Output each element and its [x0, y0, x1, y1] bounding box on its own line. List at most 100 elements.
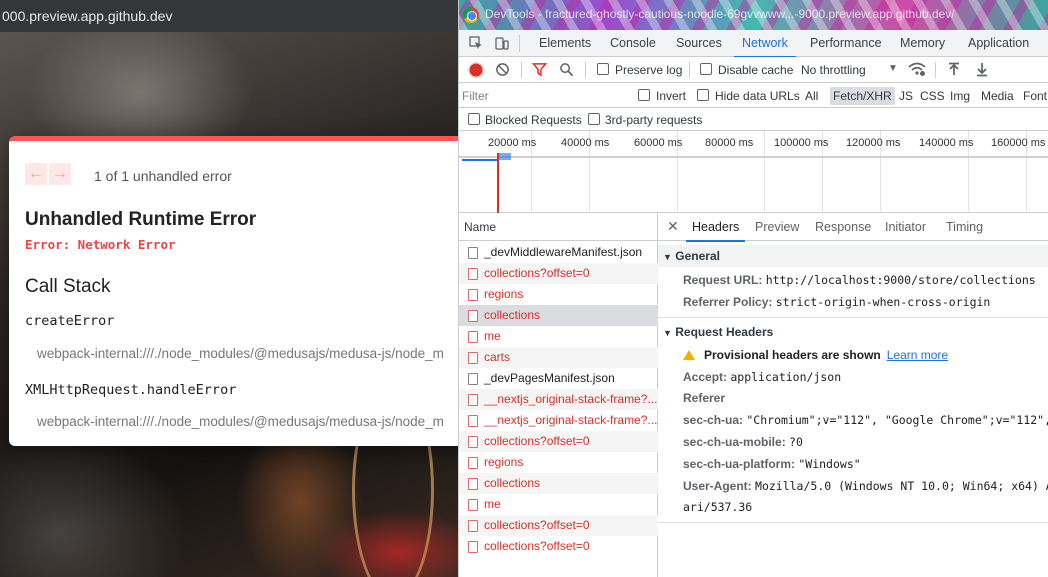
document-icon: [468, 268, 478, 280]
tab-response[interactable]: Response: [815, 213, 871, 241]
devtools-panel-tabs: Elements Console Sources Network Perform…: [459, 30, 1048, 58]
next-error-button[interactable]: →: [49, 163, 71, 185]
chevron-down-icon[interactable]: ▼: [888, 63, 898, 74]
document-icon: [468, 436, 478, 448]
filter-icon[interactable]: [532, 62, 547, 77]
tab-sources[interactable]: Sources: [676, 30, 722, 57]
tab-memory[interactable]: Memory: [900, 30, 945, 57]
request-row[interactable]: __nextjs_original-stack-frame?...: [459, 410, 658, 431]
general-section-header[interactable]: ▼ General: [658, 245, 1048, 267]
timeline-axis: [459, 156, 1048, 158]
toolbar-divider: [519, 35, 520, 52]
request-row[interactable]: collections?offset=0: [459, 515, 658, 536]
document-icon: [468, 352, 478, 364]
type-filter-img[interactable]: Img: [947, 87, 973, 105]
tab-console[interactable]: Console: [610, 30, 656, 57]
close-icon[interactable]: ✕: [667, 218, 679, 235]
sec-ch-ua-mobile-value: ?0: [789, 435, 803, 449]
filter-input[interactable]: [462, 86, 626, 105]
network-overview-timeline[interactable]: 20000 ms 40000 ms 60000 ms 80000 ms 1000…: [459, 131, 1048, 213]
device-toolbar-icon[interactable]: [495, 36, 509, 50]
name-column-header[interactable]: Name: [459, 213, 658, 241]
toolbar-divider: [521, 62, 522, 78]
request-name: carts: [484, 350, 511, 364]
tab-headers[interactable]: Headers: [685, 213, 746, 242]
record-icon[interactable]: [468, 62, 484, 78]
request-headers-heading: Request Headers: [675, 325, 774, 339]
tab-application[interactable]: Application: [968, 30, 1029, 57]
stack-frame-function: createError: [25, 313, 115, 329]
referrer-policy-key: Referrer Policy:: [683, 295, 773, 309]
throttling-select[interactable]: No throttling: [801, 63, 866, 77]
request-name: collections?offset=0: [484, 266, 590, 280]
hide-data-urls-checkbox[interactable]: [697, 89, 709, 101]
sec-ch-ua-platform-value: "Windows": [798, 457, 861, 471]
devtools-title-bar: DevTools - fractured-ghostly-cautious-no…: [459, 0, 1048, 30]
request-row[interactable]: _devMiddlewareManifest.json: [459, 242, 658, 263]
type-filter-all[interactable]: All: [802, 87, 821, 105]
inspect-element-icon[interactable]: [469, 36, 483, 50]
request-headers-section-header[interactable]: ▼ Request Headers: [658, 321, 1048, 343]
sec-ch-ua-mobile-key: sec-ch-ua-mobile:: [683, 435, 786, 449]
document-icon: [468, 289, 478, 301]
disable-cache-checkbox[interactable]: [700, 63, 712, 75]
tab-performance[interactable]: Performance: [810, 30, 882, 57]
request-row[interactable]: __nextjs_original-stack-frame?...: [459, 389, 658, 410]
stack-frame-path[interactable]: webpack-internal:///./node_modules/@medu…: [37, 414, 444, 429]
clear-icon[interactable]: [495, 62, 510, 77]
request-row-selected[interactable]: collections: [459, 305, 658, 326]
prev-error-button[interactable]: ←: [25, 163, 47, 185]
third-party-label: 3rd-party requests: [605, 113, 703, 127]
blocked-requests-checkbox[interactable]: [468, 113, 480, 125]
request-row[interactable]: collections?offset=0: [459, 536, 658, 557]
accept-value: application/json: [730, 370, 842, 384]
chrome-icon: [463, 7, 479, 23]
request-row[interactable]: _devPagesManifest.json: [459, 368, 658, 389]
document-icon: [468, 478, 478, 490]
stack-frame-path[interactable]: webpack-internal:///./node_modules/@medu…: [37, 346, 444, 361]
request-name: regions: [484, 455, 524, 469]
tab-elements[interactable]: Elements: [539, 30, 591, 57]
provisional-headers-warning: Provisional headers are shown Learn more: [683, 348, 948, 362]
details-tabs: ✕ Headers Preview Response Initiator Tim…: [658, 213, 1048, 242]
type-filter-font[interactable]: Font: [1020, 87, 1048, 105]
type-filter-fetch-xhr[interactable]: Fetch/XHR: [830, 87, 895, 105]
toolbar-divider: [689, 62, 690, 78]
search-icon[interactable]: [559, 62, 574, 77]
request-row[interactable]: regions: [459, 452, 658, 473]
user-agent-row: User-Agent: Mozilla/5.0 (Windows NT 10.0…: [683, 479, 1048, 493]
tab-timing[interactable]: Timing: [946, 213, 983, 241]
type-filter-js[interactable]: JS: [896, 87, 916, 105]
export-har-icon[interactable]: [975, 62, 989, 77]
invert-checkbox[interactable]: [638, 89, 650, 101]
request-name: regions: [484, 287, 524, 301]
request-row[interactable]: me: [459, 494, 658, 515]
caret-down-icon: ▼: [663, 328, 672, 338]
type-filter-media[interactable]: Media: [978, 87, 1017, 105]
tab-network[interactable]: Network: [734, 30, 796, 58]
request-row[interactable]: me: [459, 326, 658, 347]
import-har-icon[interactable]: [947, 62, 961, 77]
network-toolbar: Preserve log Disable cache No throttling…: [459, 57, 1048, 83]
request-row[interactable]: collections: [459, 473, 658, 494]
request-row[interactable]: regions: [459, 284, 658, 305]
request-row[interactable]: carts: [459, 347, 658, 368]
call-stack-heading: Call Stack: [25, 276, 111, 297]
timeline-gridline: [764, 131, 765, 213]
request-row[interactable]: collections?offset=0: [459, 263, 658, 284]
third-party-checkbox[interactable]: [588, 113, 600, 125]
type-filter-css[interactable]: CSS: [917, 87, 948, 105]
disable-cache-label: Disable cache: [718, 63, 794, 77]
timeline-selection: [499, 153, 511, 160]
general-heading: General: [675, 249, 720, 263]
browser-url-bar[interactable]: 000.preview.app.github.dev: [0, 0, 458, 32]
tab-initiator[interactable]: Initiator: [885, 213, 926, 241]
request-row[interactable]: collections?offset=0: [459, 431, 658, 452]
network-block-bar: Blocked Requests 3rd-party requests: [459, 108, 1048, 131]
learn-more-link[interactable]: Learn more: [887, 348, 948, 362]
network-conditions-icon[interactable]: [908, 62, 926, 77]
document-icon: [468, 415, 478, 427]
tab-preview[interactable]: Preview: [755, 213, 799, 241]
preserve-log-checkbox[interactable]: [597, 63, 609, 75]
warning-text: Provisional headers are shown: [704, 348, 881, 362]
